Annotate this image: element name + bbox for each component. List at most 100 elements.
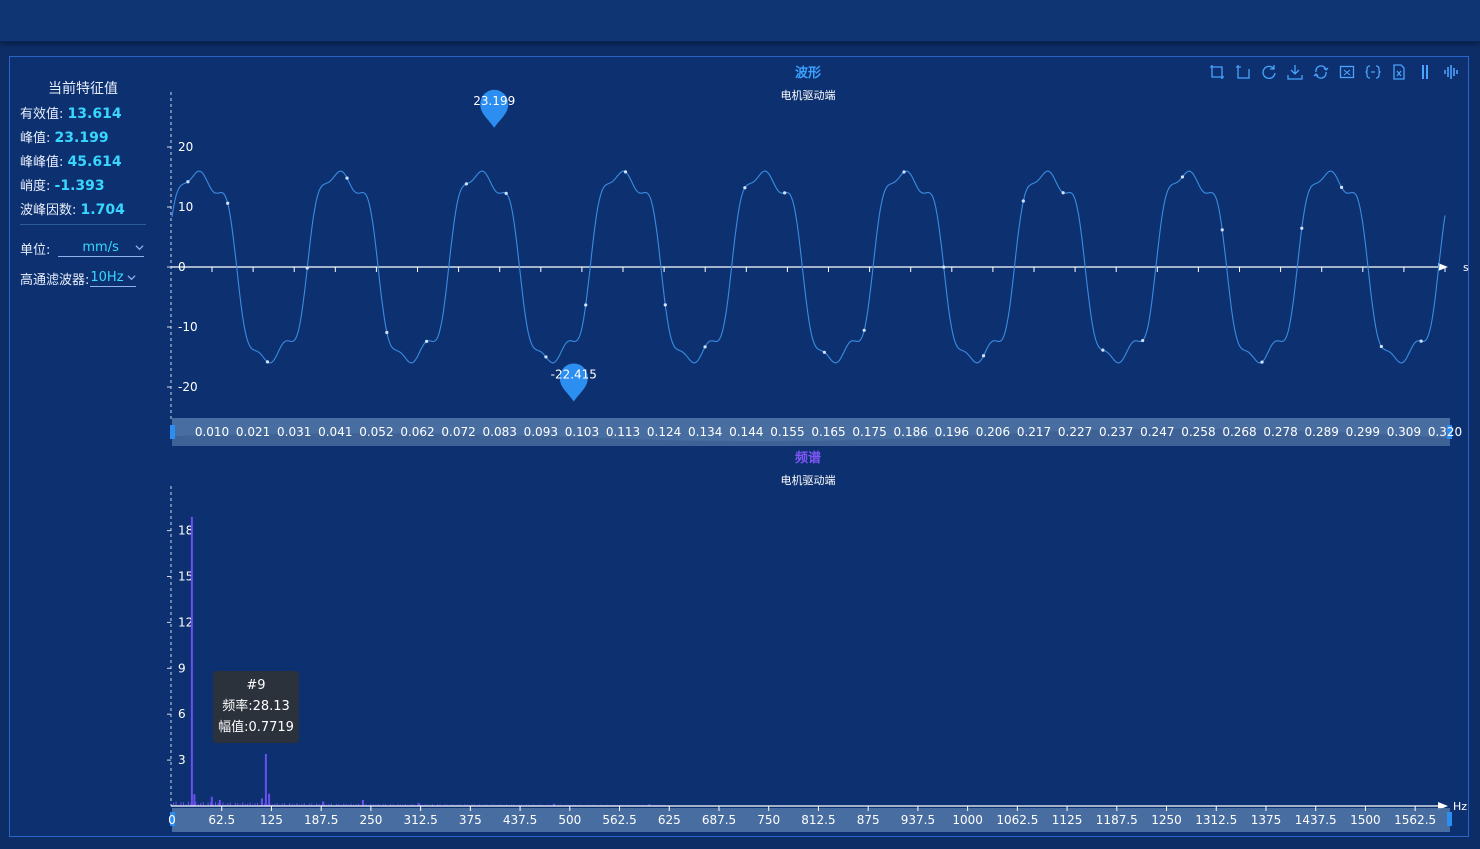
spectrum-chart-title: 频谱 <box>795 450 821 466</box>
spectrum-x-tick-label: 250 <box>359 813 382 827</box>
tooltip-amplitude: 幅值:0.7719 <box>218 720 294 735</box>
wave-x-tick-label: 0.083 <box>483 425 517 439</box>
spectrum-x-tick-label: 1375 <box>1251 813 1282 827</box>
spectrum-x-tick-label: 312.5 <box>403 813 437 827</box>
wave-point <box>305 266 309 270</box>
wave-x-tick-label: 0.278 <box>1263 425 1297 439</box>
max-value-marker: 23.199 <box>473 89 515 128</box>
wave-x-tick-label: 0.320 <box>1428 425 1462 439</box>
wave-point <box>464 182 468 186</box>
spectrum-x-tick-label: 875 <box>857 813 880 827</box>
wave-x-tick-label: 0.206 <box>976 425 1010 439</box>
spectrum-x-tick-label: 125 <box>260 813 283 827</box>
wave-point <box>1379 344 1383 349</box>
wave-point <box>981 354 986 358</box>
spectrum-x-tick-label: 1437.5 <box>1295 813 1337 827</box>
wave-x-axis-label: s <box>1463 261 1469 274</box>
wave-point <box>504 191 508 195</box>
wave-x-tick-label: 0.165 <box>811 425 845 439</box>
wave-x-tick-label: 0.134 <box>688 425 722 439</box>
spectrum-x-tick-label: 437.5 <box>503 813 537 827</box>
wave-x-tick-label: 0.072 <box>441 425 475 439</box>
wave-point <box>1180 175 1185 179</box>
wave-x-tick-label: 0.113 <box>606 425 640 439</box>
wave-point <box>226 201 230 205</box>
wave-x-tick-label: 0.103 <box>565 425 599 439</box>
wave-point <box>1300 226 1304 230</box>
wave-point <box>1061 191 1065 195</box>
wave-point <box>1260 360 1264 364</box>
spectrum-x-tick-label: 1250 <box>1151 813 1182 827</box>
wave-y-tick-label: 20 <box>178 140 193 154</box>
wave-y-tick-label: -20 <box>178 380 198 394</box>
wave-x-tick-label: 0.217 <box>1017 425 1051 439</box>
spectrum-zoom-slider: 0 62.5 125 187.5 250 312.5 375 437.5 500 562.5 625… <box>168 808 1452 832</box>
wave-point <box>1101 348 1105 352</box>
wave-point <box>186 180 190 184</box>
wave-point <box>425 339 429 343</box>
spectrum-x-tick-label: 1125 <box>1052 813 1083 827</box>
wave-x-tick-label: 0.227 <box>1058 425 1092 439</box>
wave-x-tick-label: 0.299 <box>1346 425 1380 439</box>
wave-point <box>743 186 747 190</box>
wave-chart: 20100-10-20s23.199-22.4150.010 0.021 0.031… <box>167 89 1469 446</box>
spectrum-x-tick-label: 750 <box>757 813 780 827</box>
spectrum-x-tick-label: 625 <box>658 813 681 827</box>
spectrum-x-axis-label: Hz <box>1453 800 1467 813</box>
spectrum-x-tick-label: 1187.5 <box>1096 813 1138 827</box>
spectrum-x-tick-label: 812.5 <box>801 813 835 827</box>
wave-x-tick-label: 0.093 <box>524 425 558 439</box>
wave-x-tick-label: 0.041 <box>318 425 352 439</box>
wave-point <box>1339 185 1344 189</box>
spectrum-x-tick-label: 1062.5 <box>996 813 1038 827</box>
wave-x-tick-label: 0.268 <box>1222 425 1256 439</box>
wave-point <box>544 355 548 359</box>
wave-x-tick-label: 0.155 <box>770 425 804 439</box>
spectrum-x-tick-label: 0 <box>168 813 176 827</box>
marker-pin-label: 23.199 <box>473 94 515 108</box>
wave-point <box>265 360 270 364</box>
wave-point <box>345 176 349 180</box>
wave-point <box>663 303 667 307</box>
wave-point <box>1419 339 1423 343</box>
tooltip-index: #9 <box>246 678 266 693</box>
wave-x-tick-label: 0.144 <box>729 425 763 439</box>
min-value-marker: -22.415 <box>551 363 597 402</box>
spectrum-slider-handle-right <box>1447 812 1452 826</box>
spectrum-x-tick-label: 375 <box>459 813 482 827</box>
wave-x-tick-label: 0.124 <box>647 425 681 439</box>
spectrum-x-tick-label: 1312.5 <box>1195 813 1237 827</box>
spectrum-x-tick-label: 62.5 <box>208 813 235 827</box>
wave-x-tick-label: 0.258 <box>1181 425 1215 439</box>
spectrum-y-tick-label: 3 <box>178 753 186 767</box>
wave-x-tick-label: 0.021 <box>236 425 270 439</box>
wave-point <box>822 350 827 354</box>
wave-point <box>703 345 707 349</box>
spectrum-y-tick-label: 9 <box>178 661 186 675</box>
spectrum-x-tick-label: 562.5 <box>602 813 636 827</box>
wave-x-tick-label: 0.289 <box>1305 425 1339 439</box>
spectrum-x-tick-label: 187.5 <box>304 813 338 827</box>
wave-x-tick-label: 0.010 <box>195 425 229 439</box>
wave-slider-handle-left <box>170 425 175 439</box>
spectrum-chart-subtitle: 电机驱动端 <box>781 473 836 487</box>
wave-x-tick-label: 0.186 <box>894 425 928 439</box>
wave-x-tick-label: 0.196 <box>935 425 969 439</box>
wave-x-tick-label: 0.062 <box>400 425 434 439</box>
wave-x-tick-label: 0.309 <box>1387 425 1421 439</box>
wave-x-tick-label: 0.031 <box>277 425 311 439</box>
wave-point <box>902 170 906 174</box>
wave-point <box>862 328 866 332</box>
wave-y-tick-label: -10 <box>178 320 198 334</box>
spectrum-x-tick-label: 1000 <box>952 813 983 827</box>
spectrum-x-tick-label: 1500 <box>1350 813 1381 827</box>
wave-x-tick-label: 0.247 <box>1140 425 1174 439</box>
spectrum-tooltip: #9 频率:28.13 幅值:0.7719 <box>213 671 299 743</box>
wave-y-tick-label: 10 <box>178 200 193 214</box>
spectrum-x-tick-label: 687.5 <box>702 813 736 827</box>
wave-zoom-slider: 0.010 0.021 0.031 0.041 0.052 0.062 0.072 0.083… <box>170 418 1462 446</box>
wave-point <box>1220 228 1224 232</box>
wave-x-tick-label: 0.175 <box>852 425 886 439</box>
wave-point <box>1141 338 1145 343</box>
spectrum-chart: 181512963Hz0 62.5 125 187.5 250 312.5 375 437.5… <box>167 486 1467 832</box>
